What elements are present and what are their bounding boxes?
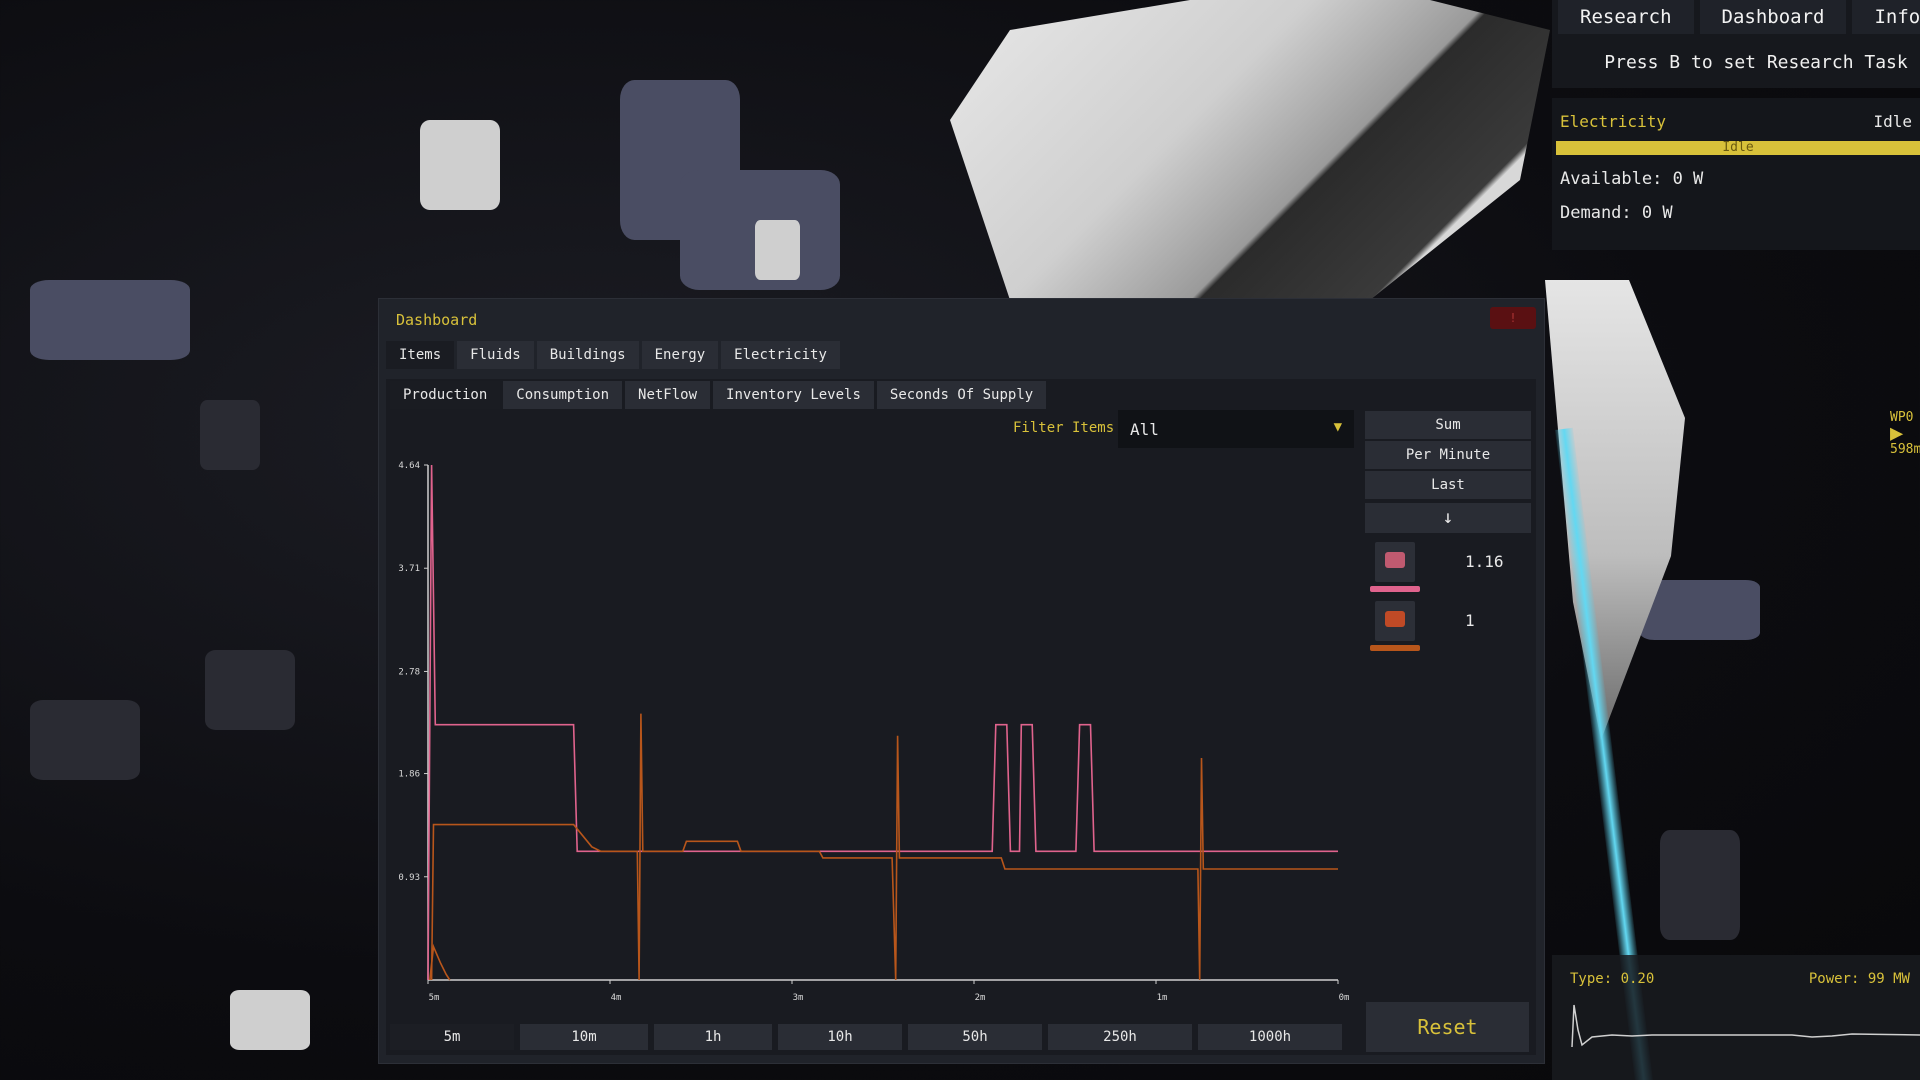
- x-tick-label: 0m: [1339, 993, 1350, 1003]
- x-tick-label: 5m: [429, 993, 440, 1003]
- main-tabs: Items Fluids Buildings Energy Electricit…: [386, 341, 840, 369]
- range-50h[interactable]: 50h: [908, 1024, 1042, 1050]
- tab-dashboard[interactable]: Dashboard: [1699, 0, 1847, 34]
- range-1h[interactable]: 1h: [654, 1024, 772, 1050]
- electricity-status-bar: Idle: [1556, 141, 1920, 155]
- y-tick-label: 4.64: [398, 461, 420, 471]
- legend-item[interactable]: 1: [1370, 601, 1475, 651]
- electricity-title: Electricity: [1560, 112, 1666, 131]
- legend-value: 1.16: [1465, 552, 1504, 571]
- filter-items-label: Filter Items: [1013, 420, 1115, 436]
- tab-consumption[interactable]: Consumption: [503, 381, 623, 409]
- power-mini-graph: Type: 0.20 Power: 99 MW: [1552, 955, 1920, 1080]
- tab-inventory-levels[interactable]: Inventory Levels: [713, 381, 874, 409]
- chevron-down-icon: ▼: [1333, 419, 1342, 435]
- top-menu: Research Dashboard Info Press B to set R…: [1552, 0, 1920, 88]
- waypoint-marker: WP0 ▶ 598m: [1890, 410, 1920, 458]
- tab-buildings[interactable]: Buildings: [536, 341, 639, 369]
- legend-value: 1: [1465, 611, 1475, 630]
- y-tick-label: 2.78: [398, 667, 420, 677]
- y-tick-label: 0.93: [398, 873, 420, 883]
- range-10m[interactable]: 10m: [520, 1024, 648, 1050]
- series-swatch: [1370, 645, 1420, 651]
- per-minute-button[interactable]: Per Minute: [1365, 441, 1531, 469]
- y-tick-label: 3.71: [398, 564, 420, 574]
- demand-power: Demand: 0 W: [1560, 203, 1673, 223]
- production-chart: 4.64 3.71 2.78 1.86 0.93 5m 4m 3m 2m 1m 0m: [398, 461, 1350, 1003]
- series-line-1: [430, 713, 1338, 981]
- y-tick-label: 1.86: [398, 770, 420, 780]
- series-line-0: [427, 464, 1338, 981]
- sum-button[interactable]: Sum: [1365, 411, 1531, 439]
- tab-items[interactable]: Items: [386, 341, 455, 369]
- available-power: Available: 0 W: [1560, 169, 1704, 189]
- sort-button[interactable]: ↓: [1365, 503, 1531, 533]
- legend-item[interactable]: 1.16: [1370, 542, 1504, 592]
- tab-info[interactable]: Info: [1852, 0, 1920, 34]
- time-range-bar: 5m 10m 1h 10h 50h 250h 1000h: [390, 1024, 1342, 1050]
- tab-netflow[interactable]: NetFlow: [625, 381, 711, 409]
- tab-seconds-of-supply[interactable]: Seconds Of Supply: [876, 381, 1047, 409]
- ingot-icon: [1375, 601, 1415, 641]
- sub-tabs: Production Consumption NetFlow Inventory…: [390, 381, 1047, 409]
- x-tick-label: 3m: [793, 993, 804, 1003]
- range-10h[interactable]: 10h: [778, 1024, 902, 1050]
- research-hint: Press B to set Research Task: [1604, 52, 1908, 73]
- x-tick-label: 1m: [1157, 993, 1168, 1003]
- tab-research[interactable]: Research: [1558, 0, 1694, 34]
- mini-graph-line: [1571, 1004, 1920, 1048]
- waypoint-distance: 598m: [1890, 442, 1920, 457]
- ore-chunk-icon: [1375, 542, 1415, 582]
- series-line-2: [429, 943, 451, 981]
- electricity-panel: Electricity Idle Idle Available: 0 W Dem…: [1552, 98, 1920, 250]
- tab-energy[interactable]: Energy: [641, 341, 719, 369]
- x-tick-label: 2m: [975, 993, 986, 1003]
- tab-production[interactable]: Production: [390, 381, 501, 409]
- tab-fluids[interactable]: Fluids: [457, 341, 534, 369]
- close-button[interactable]: !: [1490, 307, 1536, 329]
- series-swatch: [1370, 586, 1420, 592]
- last-button[interactable]: Last: [1365, 471, 1531, 499]
- range-1000h[interactable]: 1000h: [1198, 1024, 1342, 1050]
- reset-button[interactable]: Reset: [1366, 1002, 1529, 1052]
- filter-value: All: [1130, 420, 1159, 439]
- electricity-status: Idle: [1873, 112, 1912, 131]
- waypoint-arrow-icon: ▶: [1890, 421, 1904, 446]
- range-5m[interactable]: 5m: [390, 1024, 514, 1050]
- tab-electricity[interactable]: Electricity: [721, 341, 840, 369]
- filter-items-dropdown[interactable]: All ▼: [1118, 410, 1354, 448]
- range-250h[interactable]: 250h: [1048, 1024, 1192, 1050]
- x-tick-label: 4m: [611, 993, 622, 1003]
- dashboard-title: Dashboard: [396, 311, 478, 329]
